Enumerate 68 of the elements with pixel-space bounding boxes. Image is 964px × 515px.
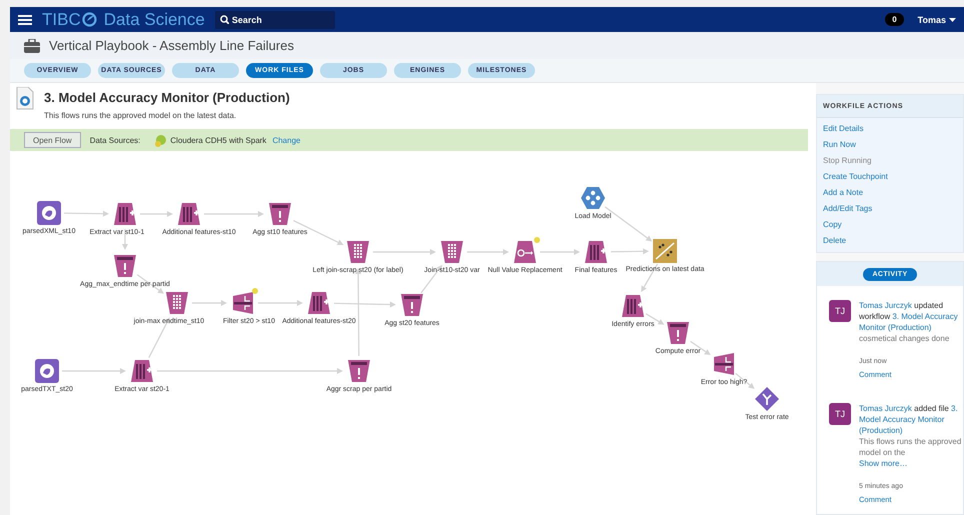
diamond-node-icon[interactable] <box>755 387 779 411</box>
connector-arrow <box>373 249 436 255</box>
join-node-icon[interactable] <box>346 240 370 264</box>
cloudera-icon <box>154 134 168 146</box>
change-link[interactable]: Change <box>272 136 300 144</box>
aggregate-node-icon[interactable] <box>268 202 292 226</box>
action-link[interactable]: Add/Edit Tags <box>823 201 957 216</box>
data-sources-label: Data Sources: <box>90 136 140 144</box>
prediction-node-icon[interactable] <box>653 239 677 263</box>
briefcase-icon <box>24 38 40 53</box>
columns-node-icon[interactable] <box>621 294 645 318</box>
connector-arrow <box>610 248 649 254</box>
avatar: TJ <box>829 403 851 425</box>
show-more-link[interactable]: Show more… <box>859 458 963 469</box>
activity-text: Tomas Jurczyk updated workflow 3. Model Accuracy Monitor (Production) <box>859 300 959 333</box>
caret-icon <box>949 18 956 22</box>
search-icon <box>220 15 229 24</box>
action-link[interactable]: Run Now <box>823 137 957 152</box>
product-name: Data Science <box>104 10 205 30</box>
avatar: TJ <box>829 300 851 322</box>
notification-count[interactable]: 0 <box>885 13 904 26</box>
connector-arrow <box>140 211 173 217</box>
connector-arrow <box>258 300 303 306</box>
connector-arrow <box>467 249 509 255</box>
source-node-icon[interactable] <box>35 359 59 383</box>
action-link[interactable]: Delete <box>823 233 957 248</box>
filter-node-icon[interactable] <box>231 291 255 315</box>
hexagon-node-icon[interactable] <box>581 186 605 210</box>
activity-text: Tomas Jurczyk added file 3. Model Accuracy Monitor (Production) <box>859 403 959 436</box>
action-link: Stop Running <box>823 155 872 167</box>
connector-arrow <box>64 210 109 217</box>
brand-name: TIBC <box>42 10 81 30</box>
project-title: Vertical Playbook - Assembly Line Failures <box>49 38 294 54</box>
join-node-icon[interactable] <box>440 240 464 264</box>
aggregate-node-icon[interactable] <box>666 321 690 345</box>
replace-node-icon[interactable] <box>513 240 537 264</box>
activity-note: cosmetical changes done <box>859 333 950 344</box>
action-link[interactable]: Create Touchpoint <box>823 169 957 184</box>
menu-icon[interactable] <box>18 14 32 26</box>
activity-note: This flows runs the approved model on the <box>859 436 962 458</box>
workfile-description: This flows runs the approved model on the latest data. <box>44 111 238 120</box>
data-source-name: Cloudera CDH5 with Spark <box>170 136 266 144</box>
columns-node-icon[interactable] <box>584 240 608 264</box>
logo-icon <box>82 12 97 27</box>
join-node-icon[interactable] <box>165 291 189 315</box>
connector-arrow <box>204 211 264 217</box>
columns-node-icon[interactable] <box>113 202 137 226</box>
file-icon <box>16 87 34 110</box>
action-link[interactable]: Add a Note <box>823 185 957 200</box>
open-flow-button[interactable]: Open Flow <box>24 132 81 148</box>
aggregate-node-icon[interactable] <box>347 359 371 383</box>
filter-node-icon[interactable] <box>712 352 736 376</box>
columns-node-icon[interactable] <box>307 291 331 315</box>
user-link[interactable]: Tomas Jurczyk <box>859 301 912 310</box>
connector-arrow <box>62 368 126 374</box>
user-link[interactable]: Tomas Jurczyk <box>859 404 912 413</box>
action-link[interactable]: Edit Details <box>823 121 957 136</box>
connector-arrow <box>540 249 580 255</box>
connector-arrow <box>192 300 227 306</box>
source-node-icon[interactable] <box>37 201 61 225</box>
user-menu[interactable]: Tomas <box>918 14 956 24</box>
aggregate-node-icon[interactable] <box>113 254 137 278</box>
search-field[interactable]: Search <box>214 10 335 28</box>
action-link[interactable]: Copy <box>823 217 957 232</box>
workfile-title: 3. Model Accuracy Monitor (Production) <box>44 90 290 105</box>
columns-node-icon[interactable] <box>130 359 154 383</box>
aggregate-node-icon[interactable] <box>400 293 424 317</box>
columns-node-icon[interactable] <box>177 202 201 226</box>
